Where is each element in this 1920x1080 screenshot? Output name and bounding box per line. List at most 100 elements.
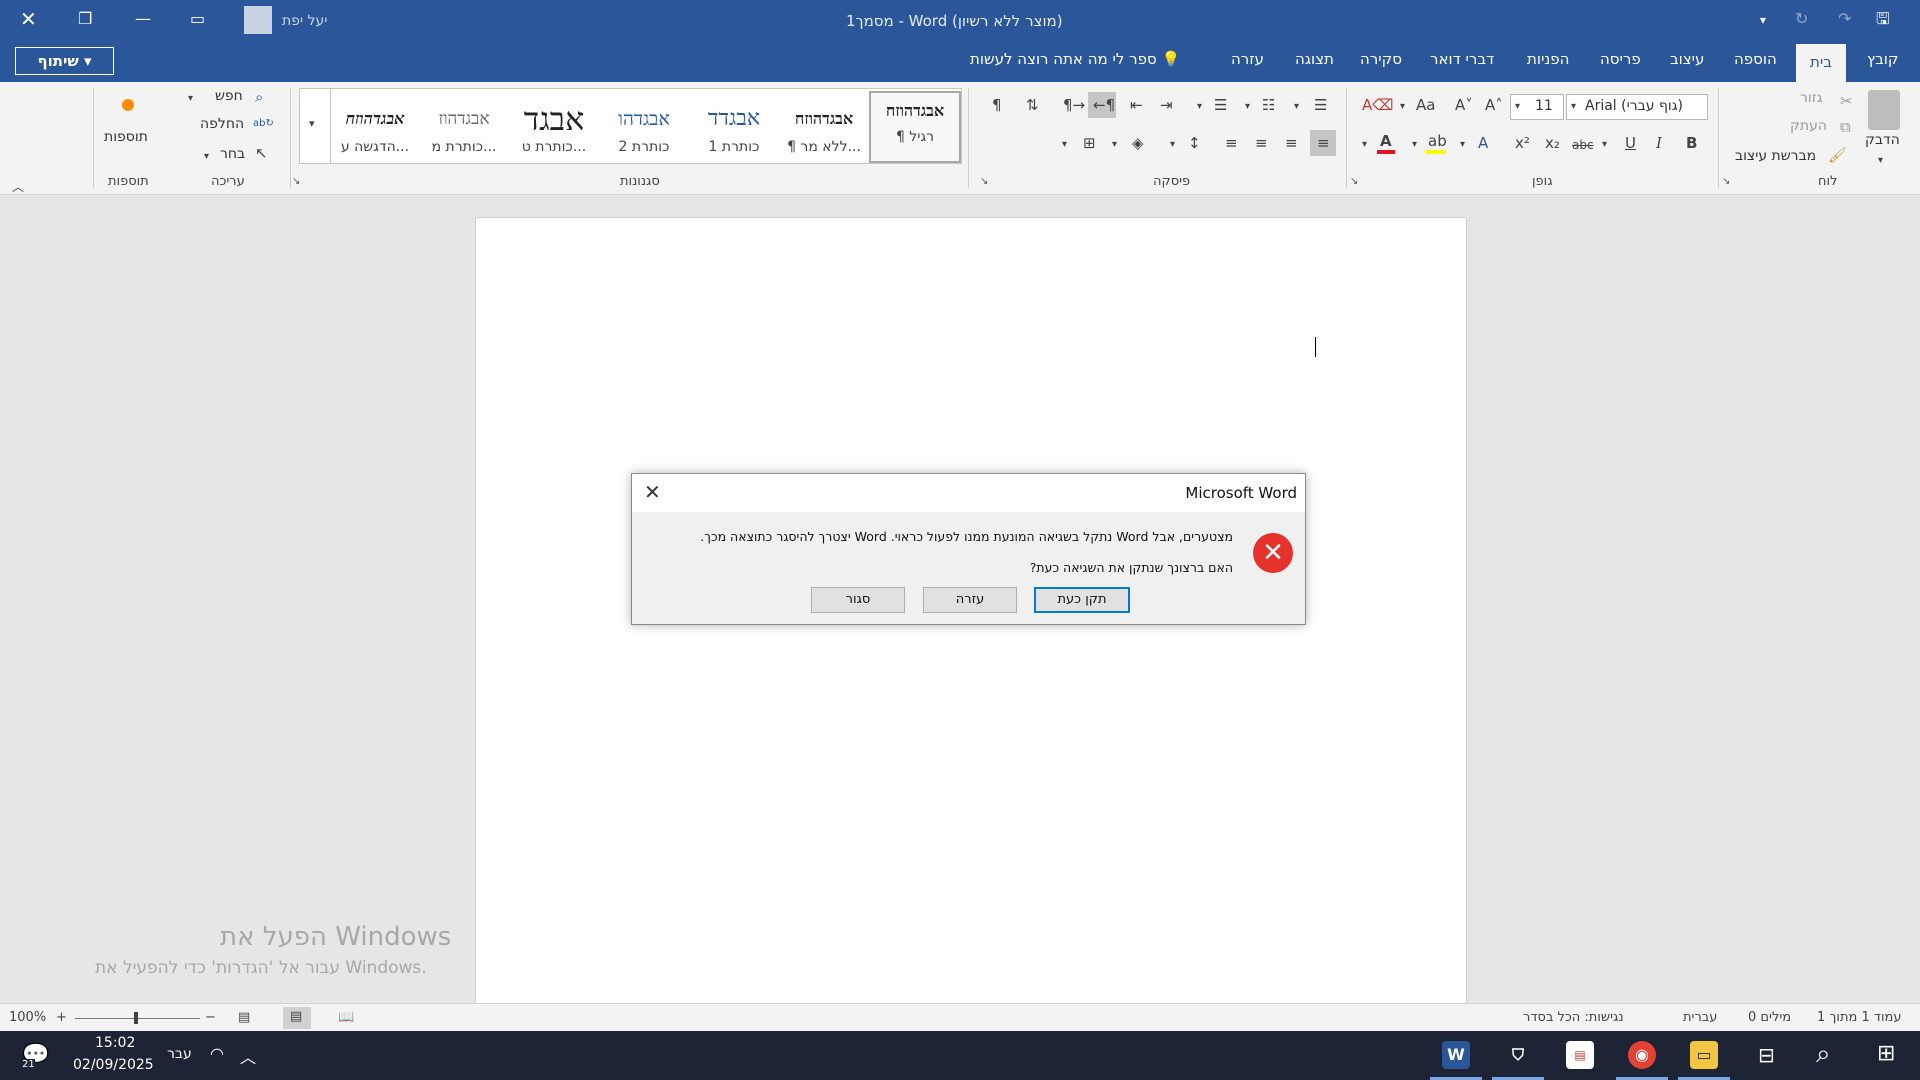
- search-icon[interactable]: ⌕: [1816, 1039, 1831, 1070]
- fix-now-button[interactable]: תקן כעת: [1034, 587, 1130, 613]
- language-status[interactable]: עברית: [1683, 1010, 1717, 1025]
- change-case-icon[interactable]: Aa: [1416, 96, 1435, 114]
- find-button[interactable]: חפש: [215, 88, 243, 104]
- multilevel-list-icon[interactable]: ☰: [1214, 96, 1227, 114]
- paste-icon[interactable]: [1868, 90, 1900, 130]
- decrease-indent-icon[interactable]: ⇤: [1130, 96, 1143, 114]
- read-mode-icon[interactable]: 📖: [338, 1010, 354, 1025]
- zoom-in-icon[interactable]: +: [56, 1010, 67, 1025]
- chevron-down-icon[interactable]: ▾: [1400, 98, 1405, 116]
- redo-icon[interactable]: ↻: [1795, 9, 1808, 29]
- accessibility-status[interactable]: נגישות: הכל בסדר: [1523, 1010, 1624, 1025]
- dialog-launcher-icon[interactable]: ↘: [1350, 176, 1358, 187]
- word-count[interactable]: 0 מילים: [1748, 1010, 1791, 1025]
- show-formatting-icon[interactable]: ¶: [992, 96, 1002, 114]
- print-layout-button[interactable]: ▤: [283, 1007, 311, 1029]
- tab-insert[interactable]: הוספה: [1734, 50, 1777, 68]
- grow-font-icon[interactable]: A˄: [1485, 96, 1503, 114]
- paste-button[interactable]: הדבק: [1865, 132, 1900, 148]
- chevron-down-icon[interactable]: ▾: [1460, 136, 1465, 154]
- dialog-launcher-icon[interactable]: ↘: [1722, 176, 1730, 187]
- share-button[interactable]: שיתוף ▾: [15, 47, 114, 75]
- underline-button[interactable]: U: [1625, 134, 1636, 152]
- tab-layout[interactable]: פריסה: [1600, 50, 1641, 68]
- line-spacing-icon[interactable]: ↕: [1188, 134, 1201, 152]
- chevron-down-icon[interactable]: ▾: [1602, 136, 1607, 154]
- copy-icon[interactable]: ⧉: [1840, 118, 1851, 136]
- search-icon[interactable]: ⌕: [255, 88, 263, 106]
- tab-references[interactable]: הפניות: [1527, 50, 1569, 68]
- chevron-down-icon[interactable]: ▾: [1245, 98, 1250, 116]
- superscript-icon[interactable]: x²: [1515, 134, 1530, 152]
- sort-icon[interactable]: ⇅: [1026, 96, 1039, 114]
- increase-indent-icon[interactable]: ⇥: [1160, 96, 1173, 114]
- rtl-direction-button[interactable]: ←¶: [1088, 92, 1116, 118]
- style-heading-1[interactable]: אבגדד כותרת 1: [689, 99, 779, 161]
- style-subtle-emphasis[interactable]: אבגדהוזח הדגשה ע...: [331, 99, 419, 161]
- cut-icon[interactable]: ✂: [1840, 92, 1853, 110]
- tab-design[interactable]: עיצוב: [1670, 50, 1704, 68]
- style-no-spacing[interactable]: אבגדהוזח ¶ ללא מר...: [779, 99, 869, 161]
- align-center-icon[interactable]: ≡: [1285, 134, 1298, 152]
- bold-button[interactable]: B: [1686, 134, 1697, 152]
- page-count[interactable]: עמוד 1 מתוך 1: [1817, 1010, 1901, 1025]
- shading-icon[interactable]: ◈: [1132, 134, 1144, 152]
- subscript-icon[interactable]: x₂: [1545, 134, 1560, 152]
- restore-icon[interactable]: ❐: [78, 9, 92, 29]
- clock-time[interactable]: 15:02: [95, 1035, 135, 1051]
- chevron-down-icon[interactable]: ▾: [1362, 136, 1367, 154]
- help-button[interactable]: עזרה: [923, 587, 1017, 613]
- style-title[interactable]: אבגד כותרת ט...: [509, 99, 599, 161]
- minimize-icon[interactable]: —: [135, 9, 151, 29]
- security-app-icon[interactable]: ⛉: [1504, 1041, 1532, 1069]
- shrink-font-icon[interactable]: A˅: [1455, 96, 1473, 114]
- tab-help[interactable]: עזרה: [1231, 50, 1264, 68]
- chevron-up-icon[interactable]: ︿: [240, 1044, 256, 1068]
- tab-file[interactable]: קובץ: [1867, 50, 1899, 68]
- tab-mailings[interactable]: דברי דואר: [1430, 50, 1494, 68]
- document-app-icon[interactable]: ▤: [1566, 1041, 1594, 1069]
- close-window-icon[interactable]: ✕: [20, 9, 37, 29]
- replace-icon[interactable]: ab↻: [253, 115, 274, 133]
- text-effects-icon[interactable]: A: [1478, 134, 1488, 152]
- chevron-down-icon[interactable]: ▾: [204, 148, 209, 166]
- format-painter-icon[interactable]: 🖌: [1828, 146, 1847, 164]
- align-left-icon[interactable]: ≡: [1255, 134, 1268, 152]
- file-explorer-icon[interactable]: ▭: [1690, 1041, 1718, 1069]
- style-heading-2[interactable]: אבגדהו כותרת 2: [599, 99, 689, 161]
- chevron-down-icon[interactable]: ▾: [1197, 98, 1202, 116]
- chevron-down-icon[interactable]: ▾: [1878, 152, 1883, 170]
- close-icon[interactable]: ✕: [644, 480, 661, 504]
- clear-formatting-icon[interactable]: A⌫: [1362, 96, 1393, 114]
- cut-button[interactable]: גזור: [1800, 90, 1822, 106]
- input-language[interactable]: עבר: [167, 1046, 192, 1062]
- avatar[interactable]: [244, 6, 272, 34]
- chrome-icon[interactable]: ◉: [1628, 1041, 1656, 1069]
- user-name[interactable]: יעל יפת: [282, 11, 327, 31]
- styles-more-button[interactable]: ▾: [299, 88, 331, 164]
- tab-home[interactable]: בית: [1796, 44, 1846, 82]
- chevron-down-icon[interactable]: ▾: [1412, 136, 1417, 154]
- tell-me-box[interactable]: ספר לי מה אתה רוצה לעשות 💡: [970, 50, 1180, 68]
- clock-date[interactable]: 02/09/2025: [73, 1057, 154, 1073]
- chevron-down-icon[interactable]: ▾: [1062, 136, 1067, 154]
- close-button[interactable]: סגור: [811, 587, 905, 613]
- replace-button[interactable]: החלפה: [200, 116, 244, 132]
- copy-button[interactable]: העתק: [1790, 118, 1827, 134]
- dialog-launcher-icon[interactable]: ↘: [292, 176, 300, 187]
- dialog-launcher-icon[interactable]: ↘: [980, 176, 988, 187]
- tab-review[interactable]: סקירה: [1360, 50, 1402, 68]
- wifi-icon[interactable]: ◠: [210, 1044, 224, 1063]
- select-button[interactable]: בחר: [220, 146, 245, 162]
- numbering-icon[interactable]: ☷: [1262, 96, 1275, 114]
- font-size-select[interactable]: ▾ 11: [1510, 94, 1564, 120]
- chevron-down-icon[interactable]: ▾: [1294, 98, 1299, 116]
- ltr-direction-icon[interactable]: ¶→: [1063, 96, 1085, 114]
- strikethrough-icon[interactable]: abc: [1572, 136, 1594, 154]
- undo-icon[interactable]: ↷: [1838, 9, 1851, 29]
- style-subtitle[interactable]: אבגדהוז כותרת מ...: [419, 99, 509, 161]
- word-app-icon[interactable]: W: [1442, 1041, 1470, 1069]
- align-right-button[interactable]: ≡: [1310, 130, 1336, 156]
- justify-icon[interactable]: ≡: [1225, 134, 1238, 152]
- font-name-select[interactable]: ▾ Arial (גוף עברי): [1566, 94, 1708, 120]
